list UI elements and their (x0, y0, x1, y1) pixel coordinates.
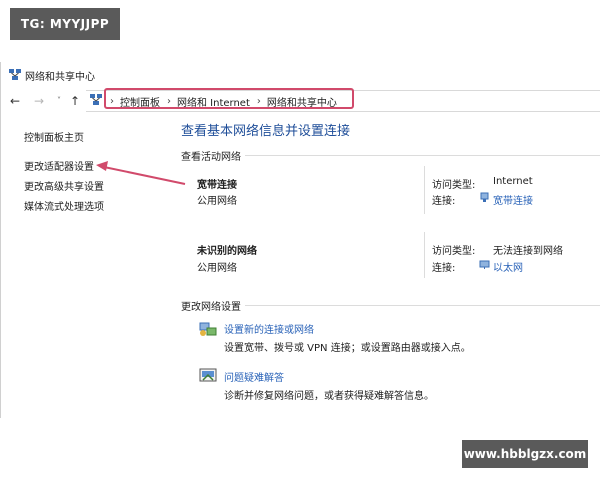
access-type-label: 访问类型: (432, 180, 476, 191)
network-name: 未识别的网络 (197, 246, 257, 257)
connection-label: 连接: (432, 263, 456, 274)
recent-locations-dropdown[interactable]: ˅ (57, 96, 61, 105)
network-center-icon (9, 69, 21, 80)
access-type-value: 无法连接到网络 (493, 246, 563, 257)
section-active-networks: 查看活动网络 (181, 148, 245, 163)
up-button[interactable]: ↑ (70, 94, 80, 108)
access-type-label: 访问类型: (432, 246, 476, 257)
network-location-icon (90, 94, 102, 105)
forward-button[interactable]: → (34, 94, 44, 108)
connection-label: 连接: (432, 196, 456, 207)
section-change-network-settings: 更改网络设置 (181, 298, 245, 313)
sidebar-item-advanced-sharing[interactable]: 更改高级共享设置 (24, 178, 104, 193)
sidebar-item-control-panel-home[interactable]: 控制面板主页 (24, 129, 84, 144)
back-button[interactable]: ← (10, 94, 20, 108)
sidebar-item-change-adapter-settings[interactable]: 更改适配器设置 (24, 158, 94, 173)
connection-link-broadband[interactable]: 宽带连接 (493, 192, 533, 207)
network-divider (424, 232, 425, 278)
troubleshoot-problems-link[interactable]: 问题疑难解答 (224, 369, 284, 384)
broadband-icon (480, 192, 489, 202)
network-category-link[interactable]: 公用网络 (197, 259, 237, 274)
network-category-link[interactable]: 公用网络 (197, 192, 237, 207)
watermark-top-left: TG: MYYJJPP (10, 8, 120, 40)
ethernet-icon (479, 260, 490, 269)
task-description: 诊断并修复网络问题，或者获得疑难解答信息。 (224, 391, 434, 402)
window-title: 网络和共享中心 (25, 72, 95, 83)
window-frame (0, 62, 600, 418)
troubleshoot-icon (199, 368, 217, 382)
connection-link-ethernet[interactable]: 以太网 (493, 259, 523, 274)
new-connection-icon (199, 322, 217, 336)
setup-new-connection-link[interactable]: 设置新的连接或网络 (224, 321, 314, 336)
sidebar-item-media-streaming[interactable]: 媒体流式处理选项 (24, 198, 104, 213)
network-divider (424, 166, 425, 214)
page-title: 查看基本网络信息并设置连接 (181, 124, 351, 139)
task-description: 设置宽带、拨号或 VPN 连接；或设置路由器或接入点。 (224, 343, 471, 354)
access-type-value: Internet (493, 176, 533, 187)
watermark-bottom-right: www.hbblgzx.com (462, 440, 588, 468)
breadcrumb-highlight-box (104, 88, 354, 109)
network-name: 宽带连接 (197, 180, 237, 191)
